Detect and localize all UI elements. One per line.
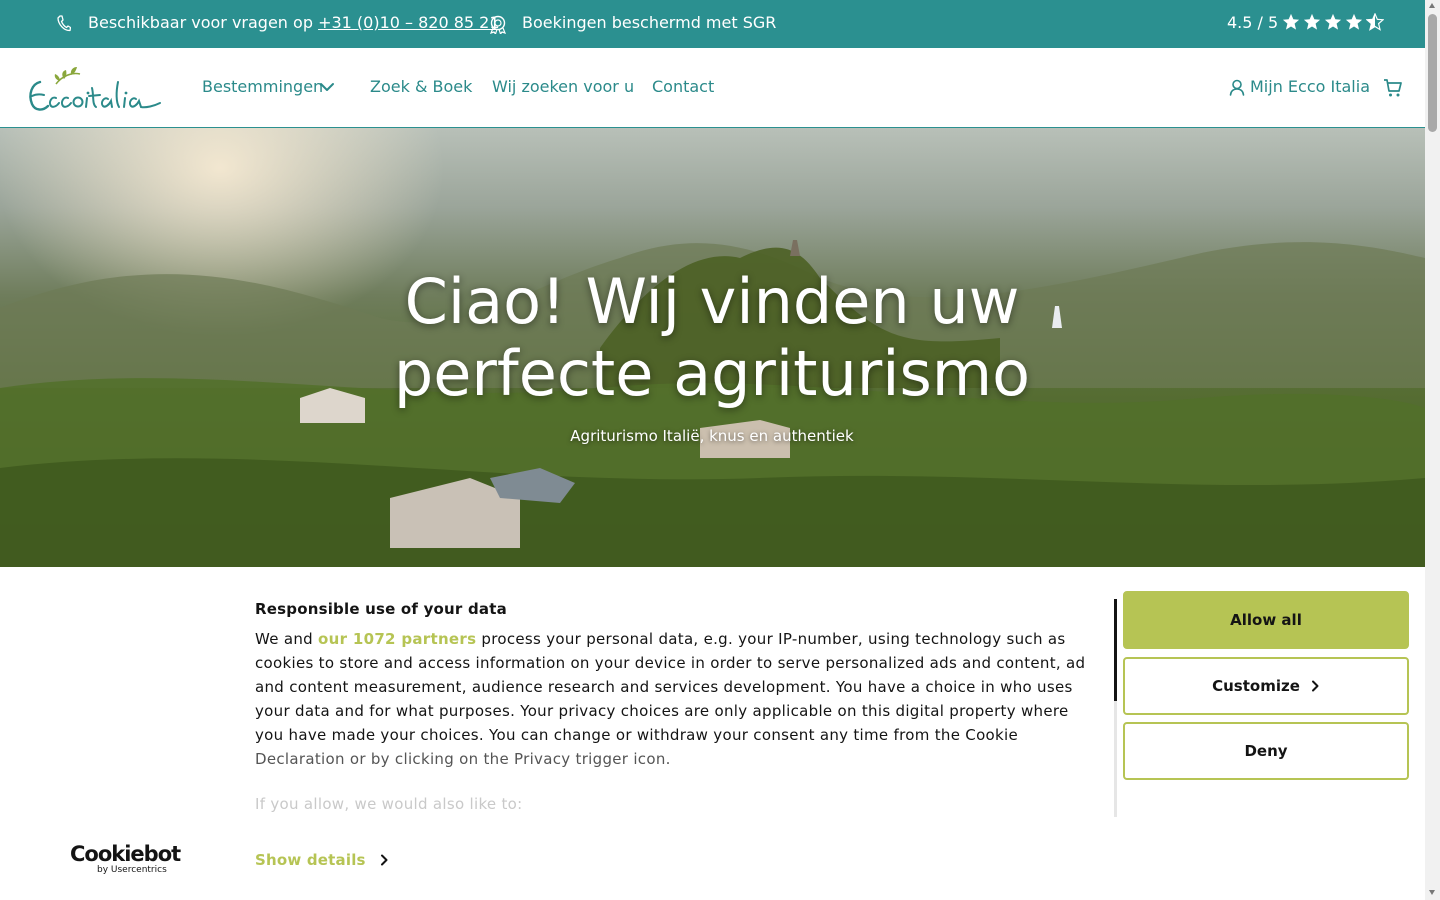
page-scrollbar[interactable] (1425, 0, 1440, 900)
half-star-icon (1366, 13, 1384, 31)
customize-button[interactable]: Customize (1123, 657, 1409, 715)
allow-all-button[interactable]: Allow all (1123, 591, 1409, 649)
chevron-down-icon[interactable] (319, 82, 335, 92)
sgr-badge-icon (489, 15, 507, 34)
sgr-text: Boekingen beschermd met SGR (522, 13, 777, 32)
ecco-italia-logo[interactable] (26, 58, 166, 118)
show-details-label: Show details (255, 851, 366, 869)
star-icon (1282, 13, 1300, 30)
customize-label: Customize (1212, 677, 1300, 695)
allow-all-label: Allow all (1230, 611, 1302, 629)
rating-stars (1282, 13, 1384, 31)
partners-link[interactable]: our 1072 partners (318, 630, 476, 648)
scroll-down-arrow-icon[interactable] (1429, 890, 1435, 895)
cookie-description: We and our 1072 partners process your pe… (255, 627, 1100, 771)
hero-title-line-2: perfecte agriturismo (393, 337, 1031, 410)
top-info-bar: Beschikbaar voor vragen op +31 (0)10 – 8… (0, 0, 1425, 48)
cookie-more-text: If you allow, we would also like to: (255, 795, 523, 813)
account-link[interactable]: Mijn Ecco Italia (1250, 77, 1370, 96)
deny-button[interactable]: Deny (1123, 722, 1409, 780)
deny-label: Deny (1244, 742, 1288, 760)
hero-subtitle: Agriturismo Italië, knus en authentiek (570, 427, 854, 445)
page-scrollbar-thumb[interactable] (1428, 14, 1437, 132)
nav-bestemmingen[interactable]: Bestemmingen (202, 77, 323, 96)
star-icon (1324, 13, 1342, 30)
cart-icon[interactable] (1383, 78, 1403, 98)
hero-title: Ciao! Wij vinden uw perfecte agriturismo (312, 266, 1112, 410)
cookie-consent-banner: Responsible use of your data We and our … (0, 567, 1425, 900)
chevron-right-icon (380, 854, 388, 866)
phone-prefix-text: Beschikbaar voor vragen op (88, 13, 319, 32)
show-details-button[interactable]: Show details (255, 851, 388, 869)
user-icon[interactable] (1229, 79, 1245, 96)
cookie-text-intro: We and (255, 630, 319, 648)
phone-availability: Beschikbaar voor vragen op +31 (0)10 – 8… (88, 13, 500, 32)
hero-title-line-1: Ciao! Wij vinden uw (404, 265, 1020, 338)
scroll-up-arrow-icon[interactable] (1429, 3, 1435, 8)
cookiebot-by-text: by Usercentrics (97, 865, 167, 875)
nav-zoek-boek[interactable]: Zoek & Boek (370, 77, 472, 96)
star-icon (1345, 13, 1363, 30)
phone-number-link[interactable]: +31 (0)10 – 820 85 21 (318, 13, 499, 32)
nav-wij-zoeken[interactable]: Wij zoeken voor u (492, 77, 634, 96)
nav-contact[interactable]: Contact (652, 77, 714, 96)
hero-section: Ciao! Wij vinden uw perfecte agriturismo… (0, 128, 1425, 568)
cookiebot-logo[interactable]: Cookiebot (70, 842, 181, 866)
phone-icon (57, 15, 71, 32)
rating-score: 4.5 / 5 (1227, 13, 1279, 32)
chevron-right-icon (1311, 680, 1319, 692)
cookie-text-faded: Declaration or by clicking on the Privac… (255, 750, 671, 768)
cookie-title: Responsible use of your data (255, 600, 507, 618)
star-icon (1303, 13, 1321, 30)
site-header: Bestemmingen Zoek & Boek Wij zoeken voor… (0, 48, 1425, 128)
cookie-scrollbar-thumb[interactable] (1114, 599, 1117, 701)
